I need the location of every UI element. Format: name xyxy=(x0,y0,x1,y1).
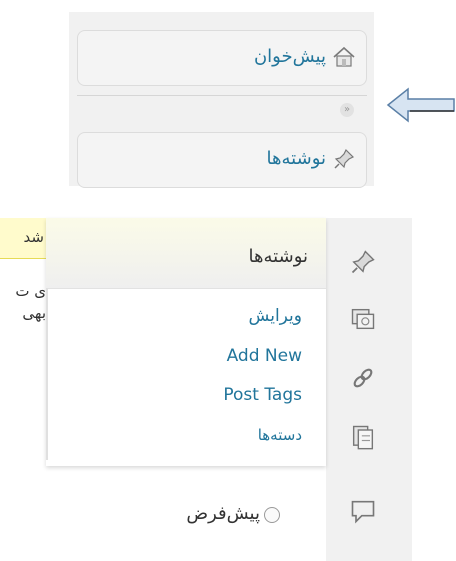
menu-item-dashboard[interactable]: پیش‌خوان xyxy=(77,30,367,86)
menu-item-dashboard-label: پیش‌خوان xyxy=(253,46,326,67)
posts-flyout-menu: نوشته‌ها ویرایش Add New Post Tags دسته‌ه… xyxy=(46,218,326,466)
flyout-header[interactable]: نوشته‌ها xyxy=(46,218,326,289)
flyout-border xyxy=(46,288,48,460)
flyout-title: نوشته‌ها xyxy=(248,246,308,267)
pushpin-icon xyxy=(334,148,355,169)
house-icon xyxy=(333,46,355,67)
default-radio-option[interactable]: پیش‌فرض xyxy=(140,503,280,529)
submenu-item-add-new[interactable]: Add New xyxy=(227,346,302,366)
content-text-line: بهی xyxy=(22,304,46,322)
menu-item-posts-label: نوشته‌ها xyxy=(266,148,326,169)
submenu-item-edit[interactable]: ویرایش xyxy=(249,306,302,326)
radio-label: پیش‌فرض xyxy=(186,503,260,524)
content-text-line: ی ت xyxy=(15,282,46,300)
pages-icon[interactable] xyxy=(349,423,377,451)
menu-separator xyxy=(77,95,367,96)
submenu-item-categories[interactable]: دسته‌ها xyxy=(258,426,302,444)
menu-item-posts[interactable]: نوشته‌ها xyxy=(77,132,367,188)
submenu-item-post-tags[interactable]: Post Tags xyxy=(223,385,302,405)
radio-button[interactable] xyxy=(264,507,280,523)
notice-text: شد xyxy=(23,228,44,246)
pushpin-icon[interactable] xyxy=(349,248,377,276)
media-icon[interactable] xyxy=(349,305,377,333)
link-icon[interactable] xyxy=(349,364,377,392)
arrow-left-icon xyxy=(386,87,455,123)
comment-icon[interactable] xyxy=(349,497,377,525)
double-chevron-icon[interactable]: » xyxy=(340,103,354,117)
admin-menu-top: پیش‌خوان » نوشته‌ها xyxy=(69,12,374,188)
notice-bar: شد xyxy=(0,218,46,259)
